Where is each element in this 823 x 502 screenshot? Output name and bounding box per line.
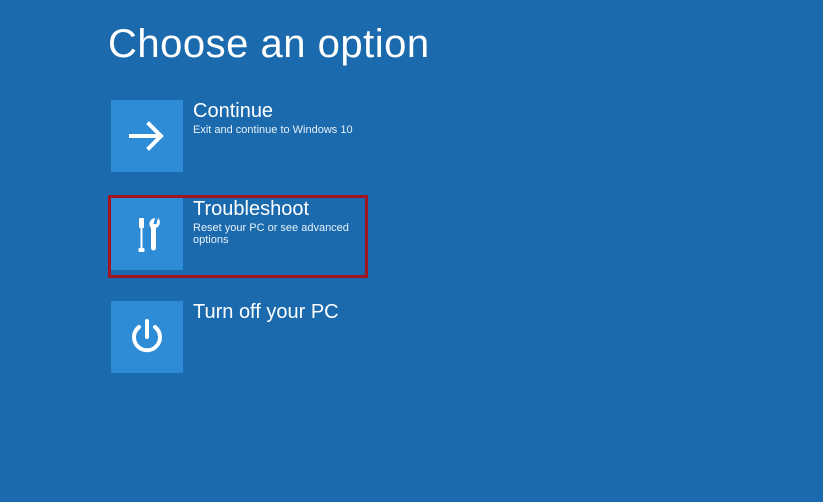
- option-poweroff-text: Turn off your PC: [183, 301, 339, 323]
- option-continue-text: Continue Exit and continue to Windows 10: [183, 100, 353, 136]
- continue-tile: [111, 100, 183, 172]
- option-troubleshoot[interactable]: Troubleshoot Reset your PC or see advanc…: [108, 195, 368, 278]
- option-poweroff[interactable]: Turn off your PC: [108, 298, 368, 376]
- troubleshoot-tile: [111, 198, 183, 270]
- options-list: Continue Exit and continue to Windows 10: [0, 67, 823, 376]
- option-continue-title: Continue: [193, 100, 353, 122]
- tools-icon: [125, 212, 169, 256]
- option-troubleshoot-title: Troubleshoot: [193, 198, 360, 220]
- page-title: Choose an option: [0, 0, 823, 67]
- option-poweroff-title: Turn off your PC: [193, 301, 339, 323]
- option-troubleshoot-subtitle: Reset your PC or see advanced options: [193, 222, 360, 246]
- arrow-right-icon: [125, 114, 169, 158]
- option-troubleshoot-text: Troubleshoot Reset your PC or see advanc…: [183, 198, 360, 246]
- poweroff-tile: [111, 301, 183, 373]
- option-continue-subtitle: Exit and continue to Windows 10: [193, 124, 353, 136]
- power-icon: [125, 315, 169, 359]
- option-continue[interactable]: Continue Exit and continue to Windows 10: [108, 97, 368, 175]
